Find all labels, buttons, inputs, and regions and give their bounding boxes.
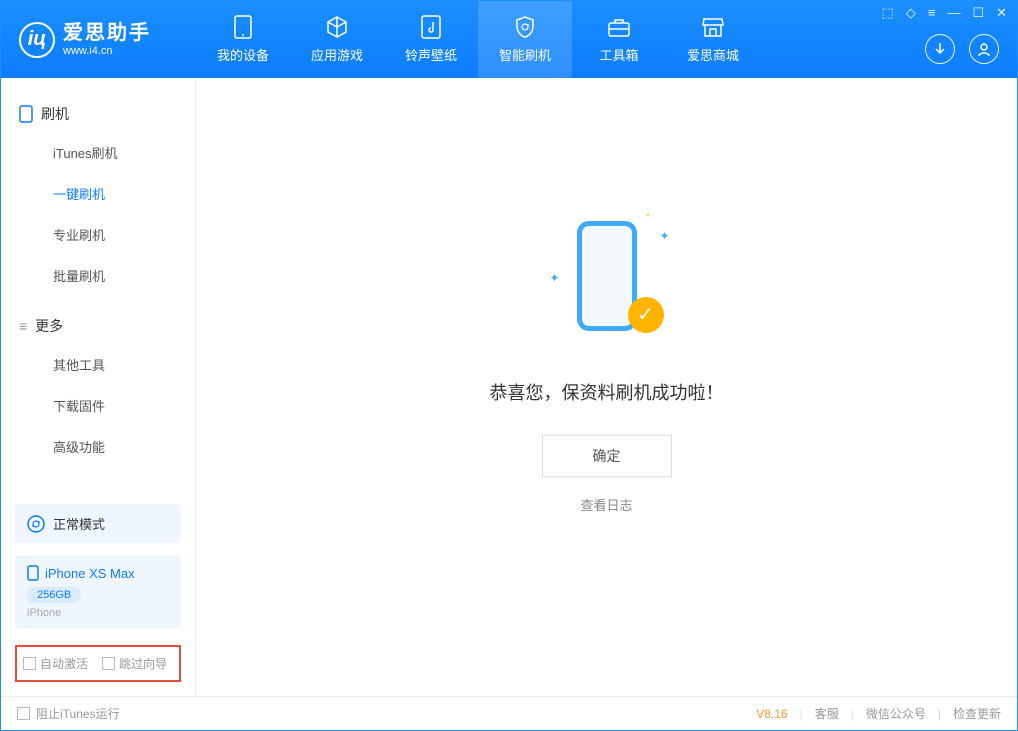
store-icon	[701, 15, 725, 39]
tab-label: 铃声壁纸	[405, 45, 457, 64]
sparkle-icon: ✦	[645, 211, 652, 220]
sidebar: 刷机 iTunes刷机 一键刷机 专业刷机 批量刷机 ≡ 更多 其他工具 下载固…	[1, 78, 196, 696]
mode-label: 正常模式	[53, 514, 105, 533]
success-illustration: ✦ ✦ ✦ ✓	[532, 201, 682, 351]
phone-icon	[231, 15, 255, 39]
minimize-button[interactable]: ―	[947, 5, 960, 21]
shirt-icon[interactable]: ⬚	[882, 5, 894, 21]
sidebar-item-oneclick-flash[interactable]: 一键刷机	[1, 173, 195, 214]
app-title: 爱思助手	[63, 21, 151, 45]
checkbox-block-itunes[interactable]: 阻止iTunes运行	[17, 705, 120, 722]
tab-ringtones-wallpapers[interactable]: 铃声壁纸	[384, 1, 478, 78]
cube-icon	[325, 15, 349, 39]
checkbox-icon	[17, 707, 30, 720]
device-name: iPhone XS Max	[45, 566, 135, 581]
tab-label: 我的设备	[217, 45, 269, 64]
device-box[interactable]: iPhone XS Max 256GB iPhone	[15, 555, 181, 629]
app-header: iц 爱思助手 www.i4.cn 我的设备 应用游戏 铃声壁纸 智能刷机 工具…	[1, 1, 1017, 78]
device-capacity: 256GB	[27, 587, 81, 603]
checkbox-icon	[102, 657, 115, 670]
body-area: 刷机 iTunes刷机 一键刷机 专业刷机 批量刷机 ≡ 更多 其他工具 下载固…	[1, 78, 1017, 696]
nav-tabs: 我的设备 应用游戏 铃声壁纸 智能刷机 工具箱 爱思商城	[196, 1, 760, 78]
device-type: iPhone	[27, 607, 169, 619]
tab-label: 工具箱	[599, 45, 638, 64]
mode-box[interactable]: 正常模式	[15, 504, 181, 543]
tab-label: 智能刷机	[499, 45, 551, 64]
view-log-link[interactable]: 查看日志	[580, 495, 632, 514]
device-icon	[19, 105, 33, 123]
shield-sync-icon	[513, 15, 537, 39]
sidebar-item-advanced[interactable]: 高级功能	[1, 426, 195, 467]
footer-link-wechat[interactable]: 微信公众号	[866, 705, 926, 722]
app-subtitle: www.i4.cn	[63, 45, 151, 58]
download-icon[interactable]	[925, 34, 955, 64]
tab-my-device[interactable]: 我的设备	[196, 1, 290, 78]
checkbox-auto-activate[interactable]: 自动激活	[23, 655, 88, 672]
close-button[interactable]: ✕	[996, 5, 1007, 21]
sparkle-icon: ✦	[659, 229, 669, 243]
bottom-checkbox-row: 自动激活 跳过向导	[15, 645, 181, 682]
device-name-row: iPhone XS Max	[27, 565, 169, 581]
footer-left: 阻止iTunes运行	[17, 705, 120, 722]
check-badge-icon: ✓	[628, 297, 664, 333]
tab-apps-games[interactable]: 应用游戏	[290, 1, 384, 78]
toolbox-icon	[607, 15, 631, 39]
sync-icon	[27, 515, 45, 533]
tab-label: 爱思商城	[687, 45, 739, 64]
sidebar-group-more: ≡ 更多	[1, 308, 195, 344]
logo-icon: iц	[19, 22, 55, 58]
footer: 阻止iTunes运行 V8.16 | 客服 | 微信公众号 | 检查更新	[1, 696, 1017, 730]
sidebar-item-other-tools[interactable]: 其他工具	[1, 344, 195, 385]
list-icon: ≡	[19, 318, 27, 334]
tab-smart-flash[interactable]: 智能刷机	[478, 1, 572, 78]
tab-label: 应用游戏	[311, 45, 363, 64]
checkbox-skip-guide[interactable]: 跳过向导	[102, 655, 167, 672]
sidebar-item-itunes-flash[interactable]: iTunes刷机	[1, 132, 195, 173]
sidebar-group-flash: 刷机	[1, 96, 195, 132]
sparkle-icon: ✦	[550, 271, 560, 285]
logo-area: iц 爱思助手 www.i4.cn	[1, 21, 196, 58]
tab-store[interactable]: 爱思商城	[666, 1, 760, 78]
phone-small-icon	[27, 565, 39, 581]
ok-button[interactable]: 确定	[542, 435, 672, 477]
footer-link-update[interactable]: 检查更新	[953, 705, 1001, 722]
maximize-button[interactable]: ☐	[972, 5, 984, 21]
checkbox-icon	[23, 657, 36, 670]
header-actions	[925, 34, 999, 64]
footer-link-support[interactable]: 客服	[815, 705, 839, 722]
tab-toolbox[interactable]: 工具箱	[572, 1, 666, 78]
footer-right: V8.16 | 客服 | 微信公众号 | 检查更新	[756, 705, 1001, 722]
main-content: ✦ ✦ ✦ ✓ 恭喜您，保资料刷机成功啦！ 确定 查看日志	[196, 78, 1017, 696]
sidebar-item-pro-flash[interactable]: 专业刷机	[1, 214, 195, 255]
success-message: 恭喜您，保资料刷机成功啦！	[490, 379, 724, 405]
music-file-icon	[419, 15, 443, 39]
feedback-icon[interactable]: ◇	[906, 5, 916, 21]
menu-icon[interactable]: ≡	[928, 5, 936, 21]
sidebar-item-batch-flash[interactable]: 批量刷机	[1, 255, 195, 296]
window-controls: ⬚ ◇ ≡ ― ☐ ✕	[882, 5, 1007, 21]
sidebar-item-download-firmware[interactable]: 下载固件	[1, 385, 195, 426]
version-label: V8.16	[756, 707, 787, 721]
user-icon[interactable]	[969, 34, 999, 64]
